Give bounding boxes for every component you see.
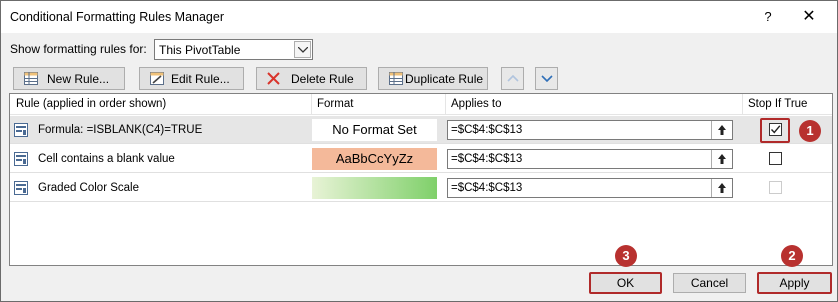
rule-type-icon: [14, 123, 28, 137]
format-preview: No Format Set: [312, 119, 437, 141]
step-badge: 2: [781, 245, 803, 267]
applies-to-input[interactable]: =$C$4:$C$13: [447, 149, 733, 169]
rule-row[interactable]: Formula: =ISBLANK(C4)=TRUE No Format Set…: [10, 116, 832, 144]
applies-to-value: =$C$4:$C$13: [451, 153, 523, 165]
rule-row[interactable]: Cell contains a blank value AaBbCcYyZz =…: [10, 145, 832, 173]
chevron-down-icon[interactable]: [294, 41, 311, 58]
rule-type-icon: [14, 181, 28, 195]
rule-description: Graded Color Scale: [38, 182, 139, 194]
duplicate-rule-icon: [389, 72, 403, 85]
column-format-header: Format: [317, 98, 354, 110]
show-rules-label: Show formatting rules for:: [10, 42, 147, 56]
edit-rule-button[interactable]: Edit Rule...: [139, 67, 244, 90]
cancel-button[interactable]: Cancel: [673, 273, 746, 293]
applies-to-value: =$C$4:$C$13: [451, 182, 523, 194]
chevron-down-icon: [541, 75, 553, 82]
grid-header: Rule (applied in order shown) Format App…: [10, 94, 832, 115]
collapse-dialog-button[interactable]: [711, 150, 732, 168]
move-down-button[interactable]: [535, 67, 558, 90]
edit-rule-label: Edit Rule...: [171, 72, 230, 86]
column-stop-header: Stop If True: [748, 98, 808, 110]
duplicate-rule-button[interactable]: Duplicate Rule: [378, 67, 488, 90]
format-preview: AaBbCcYyZz: [312, 148, 437, 170]
stop-if-true-checkbox: [769, 181, 782, 194]
show-rules-select[interactable]: This PivotTable: [154, 39, 313, 60]
column-applies-header: Applies to: [451, 98, 502, 110]
applies-to-input[interactable]: =$C$4:$C$13: [447, 178, 733, 198]
help-button[interactable]: ?: [753, 4, 783, 30]
highlight-box: [757, 272, 832, 294]
title-bar: Conditional Formatting Rules Manager ? ✕: [1, 1, 837, 33]
highlight-box: [760, 118, 790, 143]
move-up-button[interactable]: [501, 67, 524, 90]
dialog-title: Conditional Formatting Rules Manager: [10, 10, 224, 24]
arrow-up-icon: [718, 183, 726, 193]
rule-description: Cell contains a blank value: [38, 153, 175, 165]
step-badge: 1: [799, 120, 821, 142]
stop-if-true-checkbox[interactable]: [769, 152, 782, 165]
collapse-dialog-button[interactable]: [711, 121, 732, 139]
arrow-up-icon: [718, 154, 726, 164]
arrow-up-icon: [718, 125, 726, 135]
applies-to-value: =$C$4:$C$13: [451, 124, 523, 136]
delete-icon: [267, 72, 281, 85]
duplicate-rule-label: Duplicate Rule: [405, 72, 484, 86]
conditional-formatting-dialog: Conditional Formatting Rules Manager ? ✕…: [0, 0, 838, 302]
step-badge: 3: [615, 245, 637, 267]
show-rules-value: This PivotTable: [159, 43, 241, 57]
rules-toolbar: New Rule... Edit Rule... Delete Rule Dup…: [9, 64, 833, 93]
delete-rule-label: Delete Rule: [291, 72, 354, 86]
chevron-up-icon: [507, 75, 519, 82]
rules-grid: Rule (applied in order shown) Format App…: [9, 93, 833, 266]
delete-rule-button[interactable]: Delete Rule: [256, 67, 367, 90]
new-rule-button[interactable]: New Rule...: [13, 67, 125, 90]
new-rule-icon: [24, 72, 38, 85]
applies-to-input[interactable]: =$C$4:$C$13: [447, 120, 733, 140]
format-preview: [312, 177, 437, 199]
rule-type-icon: [14, 152, 28, 166]
collapse-dialog-button[interactable]: [711, 179, 732, 197]
edit-rule-icon: [150, 72, 164, 85]
highlight-box: [589, 272, 662, 294]
new-rule-label: New Rule...: [47, 72, 110, 86]
column-rule-header: Rule (applied in order shown): [16, 98, 167, 110]
rule-row[interactable]: Graded Color Scale =$C$4:$C$13: [10, 174, 832, 202]
close-button[interactable]: ✕: [791, 4, 827, 30]
rule-description: Formula: =ISBLANK(C4)=TRUE: [38, 124, 203, 136]
